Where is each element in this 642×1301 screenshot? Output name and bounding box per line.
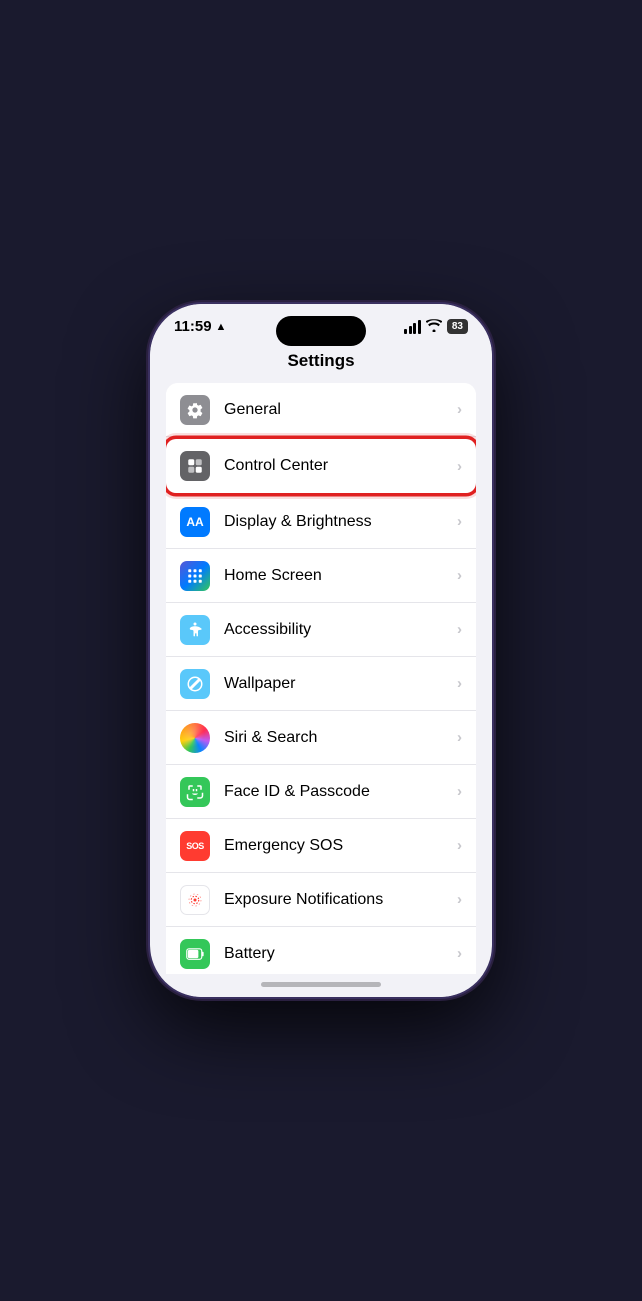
home-indicator: [150, 974, 492, 997]
wallpaper-label: Wallpaper: [224, 675, 457, 693]
control-center-icon: [180, 451, 210, 481]
siri-label: Siri & Search: [224, 729, 457, 747]
exposure-chevron: ›: [457, 891, 462, 908]
control-center-label: Control Center: [224, 457, 457, 475]
exposure-label: Exposure Notifications: [224, 891, 457, 909]
settings-row-homescreen[interactable]: Home Screen ›: [166, 549, 476, 603]
settings-row-general[interactable]: General ›: [166, 383, 476, 437]
location-icon: ▲: [216, 321, 227, 333]
settings-group-main: General › Control Center ›: [166, 383, 476, 974]
siri-chevron: ›: [457, 729, 462, 746]
battery-chevron: ›: [457, 945, 462, 962]
siri-ball: [180, 723, 210, 753]
page-title-bar: Settings: [150, 343, 492, 383]
home-bar: [261, 982, 381, 987]
settings-row-control-center[interactable]: Control Center ›: [166, 439, 476, 493]
accessibility-chevron: ›: [457, 621, 462, 638]
status-right-area: 83: [404, 319, 468, 335]
settings-row-siri[interactable]: Siri & Search ›: [166, 711, 476, 765]
battery-level: 83: [452, 321, 463, 332]
signal-bars: [404, 320, 421, 334]
page-title: Settings: [287, 351, 354, 370]
battery-icon: [180, 939, 210, 969]
wallpaper-chevron: ›: [457, 675, 462, 692]
general-chevron: ›: [457, 401, 462, 418]
sos-chevron: ›: [457, 837, 462, 854]
settings-row-faceid[interactable]: Face ID & Passcode ›: [166, 765, 476, 819]
time-display: 11:59: [174, 318, 212, 335]
display-chevron: ›: [457, 513, 462, 530]
content-area[interactable]: General › Control Center ›: [150, 383, 492, 974]
homescreen-chevron: ›: [457, 567, 462, 584]
settings-row-wallpaper[interactable]: Wallpaper ›: [166, 657, 476, 711]
settings-row-display[interactable]: AA Display & Brightness ›: [166, 495, 476, 549]
exposure-icon: [180, 885, 210, 915]
sos-label: Emergency SOS: [224, 837, 457, 855]
faceid-icon: [180, 777, 210, 807]
accessibility-icon: [180, 615, 210, 645]
signal-bar-1: [404, 329, 407, 334]
screen: 11:59 ▲ 83: [150, 304, 492, 997]
siri-icon: [180, 723, 210, 753]
signal-bar-3: [413, 323, 416, 334]
control-center-chevron: ›: [457, 458, 462, 475]
wallpaper-icon: [180, 669, 210, 699]
display-label: Display & Brightness: [224, 513, 457, 531]
phone-frame: 11:59 ▲ 83: [150, 304, 492, 997]
signal-bar-2: [409, 326, 412, 334]
sos-icon: SOS: [180, 831, 210, 861]
faceid-chevron: ›: [457, 783, 462, 800]
homescreen-icon: [180, 561, 210, 591]
settings-row-sos[interactable]: SOS Emergency SOS ›: [166, 819, 476, 873]
battery-label: Battery: [224, 945, 457, 963]
faceid-label: Face ID & Passcode: [224, 783, 457, 801]
settings-row-accessibility[interactable]: Accessibility ›: [166, 603, 476, 657]
status-time-area: 11:59 ▲: [174, 318, 226, 335]
general-icon: [180, 395, 210, 425]
accessibility-label: Accessibility: [224, 621, 457, 639]
general-label: General: [224, 401, 457, 419]
wifi-icon: [426, 319, 442, 335]
homescreen-label: Home Screen: [224, 567, 457, 585]
status-bar: 11:59 ▲ 83: [150, 304, 492, 343]
settings-row-exposure[interactable]: Exposure Notifications ›: [166, 873, 476, 927]
dynamic-island: [276, 316, 366, 346]
settings-row-battery[interactable]: Battery ›: [166, 927, 476, 974]
battery-status: 83: [447, 319, 468, 334]
display-icon: AA: [180, 507, 210, 537]
signal-bar-4: [418, 320, 421, 334]
